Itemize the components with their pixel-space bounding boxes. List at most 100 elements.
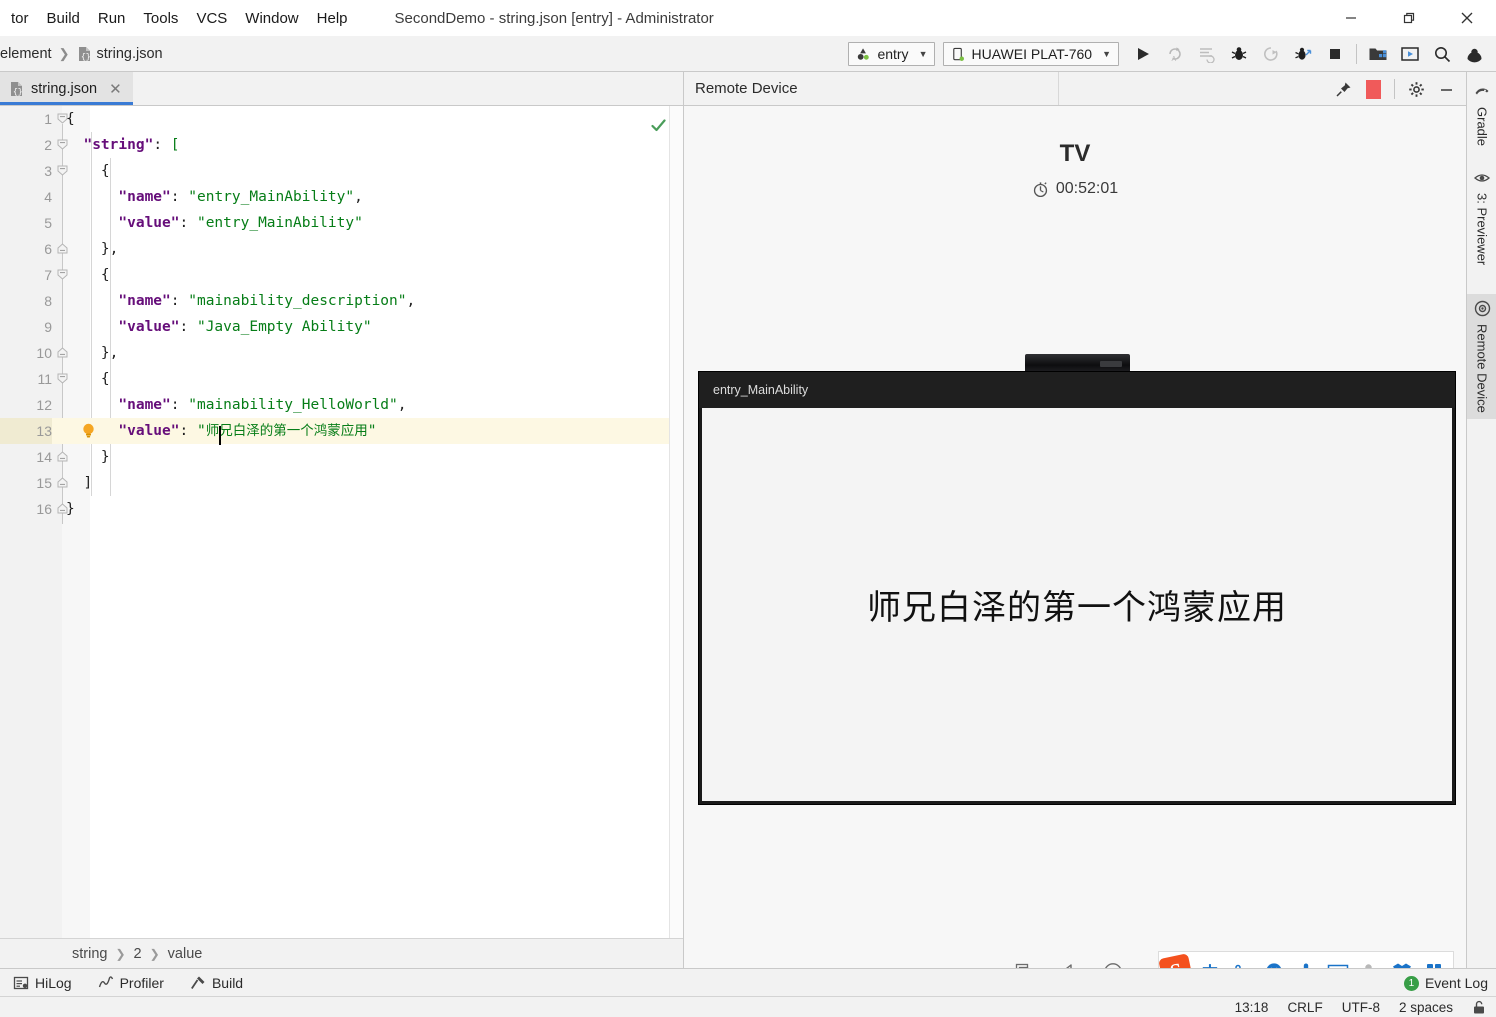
code-line[interactable]: 10 }, (0, 340, 683, 366)
close-button[interactable] (1438, 0, 1496, 36)
menu-refactor[interactable]: tor (2, 7, 38, 30)
rerun-icon[interactable]: A (1159, 39, 1191, 69)
code-line[interactable]: 9 "value": "Java_Empty Ability" (0, 314, 683, 340)
run-configuration-combo[interactable]: entry ▼ (848, 42, 936, 66)
editor-breadcrumb-index[interactable]: 2 (134, 946, 142, 962)
code-line[interactable]: 16} (0, 496, 683, 522)
device-selector-combo[interactable]: HUAWEI PLAT-760 ▼ (943, 42, 1119, 66)
chinese-mode-icon[interactable]: 中 (1195, 954, 1225, 969)
restore-button[interactable] (1380, 0, 1438, 36)
line-number: 6 (44, 241, 52, 257)
code-line[interactable]: 11 { (0, 366, 683, 392)
pin-icon[interactable] (1329, 75, 1357, 103)
tool-tab-remote-device-label: Remote Device (1474, 324, 1490, 413)
apply-changes-icon[interactable] (1191, 39, 1223, 69)
run-icon[interactable] (1127, 39, 1159, 69)
settings-gear-icon[interactable] (1402, 75, 1430, 103)
tab-string-json[interactable]: {} string.json ✕ (0, 72, 133, 105)
eye-icon (1474, 170, 1490, 186)
code-text: { (100, 267, 110, 283)
editor-breadcrumb-string[interactable]: string (72, 946, 107, 962)
punctuation-icon[interactable] (1227, 954, 1257, 968)
profile-icon[interactable] (1287, 39, 1319, 69)
sogou-ime-toolbar[interactable]: S 中 (1158, 951, 1454, 968)
navigation-breadcrumb: element ❯ {} string.json (0, 46, 163, 62)
apps-icon[interactable] (1419, 954, 1449, 968)
code-text: ] (83, 475, 93, 491)
code-line[interactable]: 2 "string": [ (0, 132, 683, 158)
event-log-button[interactable]: 1 Event Log (1403, 969, 1488, 997)
breadcrumb-element[interactable]: element (0, 46, 52, 62)
code-line[interactable]: 12 "name": "mainability_HelloWorld", (0, 392, 683, 418)
chevron-down-icon: ▼ (918, 49, 928, 59)
search-icon[interactable] (1426, 39, 1458, 69)
menu-tools[interactable]: Tools (134, 7, 187, 30)
minimize-button[interactable] (1322, 0, 1380, 36)
tool-button-hilog[interactable]: HiLog (0, 969, 85, 997)
sogou-logo-icon[interactable]: S (1158, 953, 1194, 968)
line-number: 10 (36, 345, 52, 361)
svg-text:{}: {} (13, 88, 23, 97)
tool-button-build[interactable]: Build (177, 969, 256, 997)
code-line[interactable]: 8 "name": "mainability_description", (0, 288, 683, 314)
stop-icon[interactable] (1319, 39, 1351, 69)
code-line[interactable]: 5 "value": "entry_MainAbility" (0, 210, 683, 236)
editor-scrollbar[interactable] (669, 106, 683, 938)
line-number: 7 (44, 267, 52, 283)
lock-icon[interactable] (1472, 1000, 1486, 1015)
minimize-panel-icon[interactable] (1432, 75, 1460, 103)
tool-tab-remote-device[interactable]: Remote Device (1467, 294, 1496, 419)
breadcrumb-file[interactable]: {} string.json (77, 46, 163, 62)
code-line[interactable]: 15 ] (0, 470, 683, 496)
inspection-ok-icon[interactable] (650, 117, 667, 134)
line-number: 4 (44, 189, 52, 205)
user-icon[interactable] (1355, 954, 1385, 968)
device-manager-icon[interactable] (1394, 39, 1426, 69)
code-editor[interactable]: 1{2 "string": [3 {4 "name": "entry_MainA… (0, 106, 683, 938)
keyboard-icon[interactable] (1323, 954, 1353, 968)
editor-breadcrumb-value[interactable]: value (168, 946, 203, 962)
tool-button-hilog-label: HiLog (35, 974, 72, 991)
sdk-manager-icon[interactable] (1362, 39, 1394, 69)
profiler-icon (98, 975, 114, 991)
tool-tab-previewer[interactable]: 3: Previewer (1467, 164, 1496, 271)
line-number: 3 (44, 163, 52, 179)
code-line[interactable]: 1{ (0, 106, 683, 132)
code-line[interactable]: 6 }, (0, 236, 683, 262)
code-line[interactable]: 3 { (0, 158, 683, 184)
voice-input-icon[interactable] (1291, 954, 1321, 968)
line-separator[interactable]: CRLF (1287, 1000, 1322, 1015)
caret-position[interactable]: 13:18 (1235, 1000, 1269, 1015)
attach-debugger-icon[interactable] (1255, 39, 1287, 69)
close-tab-icon[interactable]: ✕ (109, 80, 122, 98)
window-title: SecondDemo - string.json [entry] - Admin… (394, 9, 714, 27)
device-screen-frame[interactable]: entry_MainAbility 师兄白泽的第一个鸿蒙应用 (698, 371, 1456, 805)
hilog-icon (13, 975, 29, 991)
menu-help[interactable]: Help (308, 7, 357, 30)
home-icon[interactable] (1102, 961, 1124, 968)
debug-icon[interactable] (1223, 39, 1255, 69)
tool-tab-gradle[interactable]: Gradle (1467, 78, 1496, 152)
account-icon[interactable] (1458, 39, 1490, 69)
code-line[interactable]: 14 } (0, 444, 683, 470)
status-bar-right: 13:18 CRLF UTF-8 2 spaces (1235, 997, 1486, 1017)
menu-vcs[interactable]: VCS (187, 7, 236, 30)
tool-button-profiler[interactable]: Profiler (85, 969, 177, 997)
code-lines[interactable]: 1{2 "string": [3 {4 "name": "entry_MainA… (0, 106, 683, 938)
code-line[interactable]: 4 "name": "entry_MainAbility", (0, 184, 683, 210)
emoji-icon[interactable] (1259, 954, 1289, 968)
code-line[interactable]: 13 "value": "师 兄白泽的第一个鸿蒙应用" (0, 418, 683, 445)
menu-window[interactable]: Window (236, 7, 307, 30)
line-number: 2 (44, 137, 52, 153)
file-encoding[interactable]: UTF-8 (1342, 1000, 1380, 1015)
stop-session-icon[interactable] (1359, 75, 1387, 103)
tool-tab-gradle-label: Gradle (1474, 107, 1490, 147)
menu-build[interactable]: Build (38, 7, 89, 30)
skin-icon[interactable] (1387, 954, 1417, 968)
code-text: "name": "entry_MainAbility", (118, 189, 363, 205)
code-line[interactable]: 7 { (0, 262, 683, 288)
device-screen[interactable]: 师兄白泽的第一个鸿蒙应用 (702, 408, 1452, 801)
menu-run[interactable]: Run (89, 7, 135, 30)
indent-setting[interactable]: 2 spaces (1399, 1000, 1453, 1015)
code-text: { (100, 163, 110, 179)
